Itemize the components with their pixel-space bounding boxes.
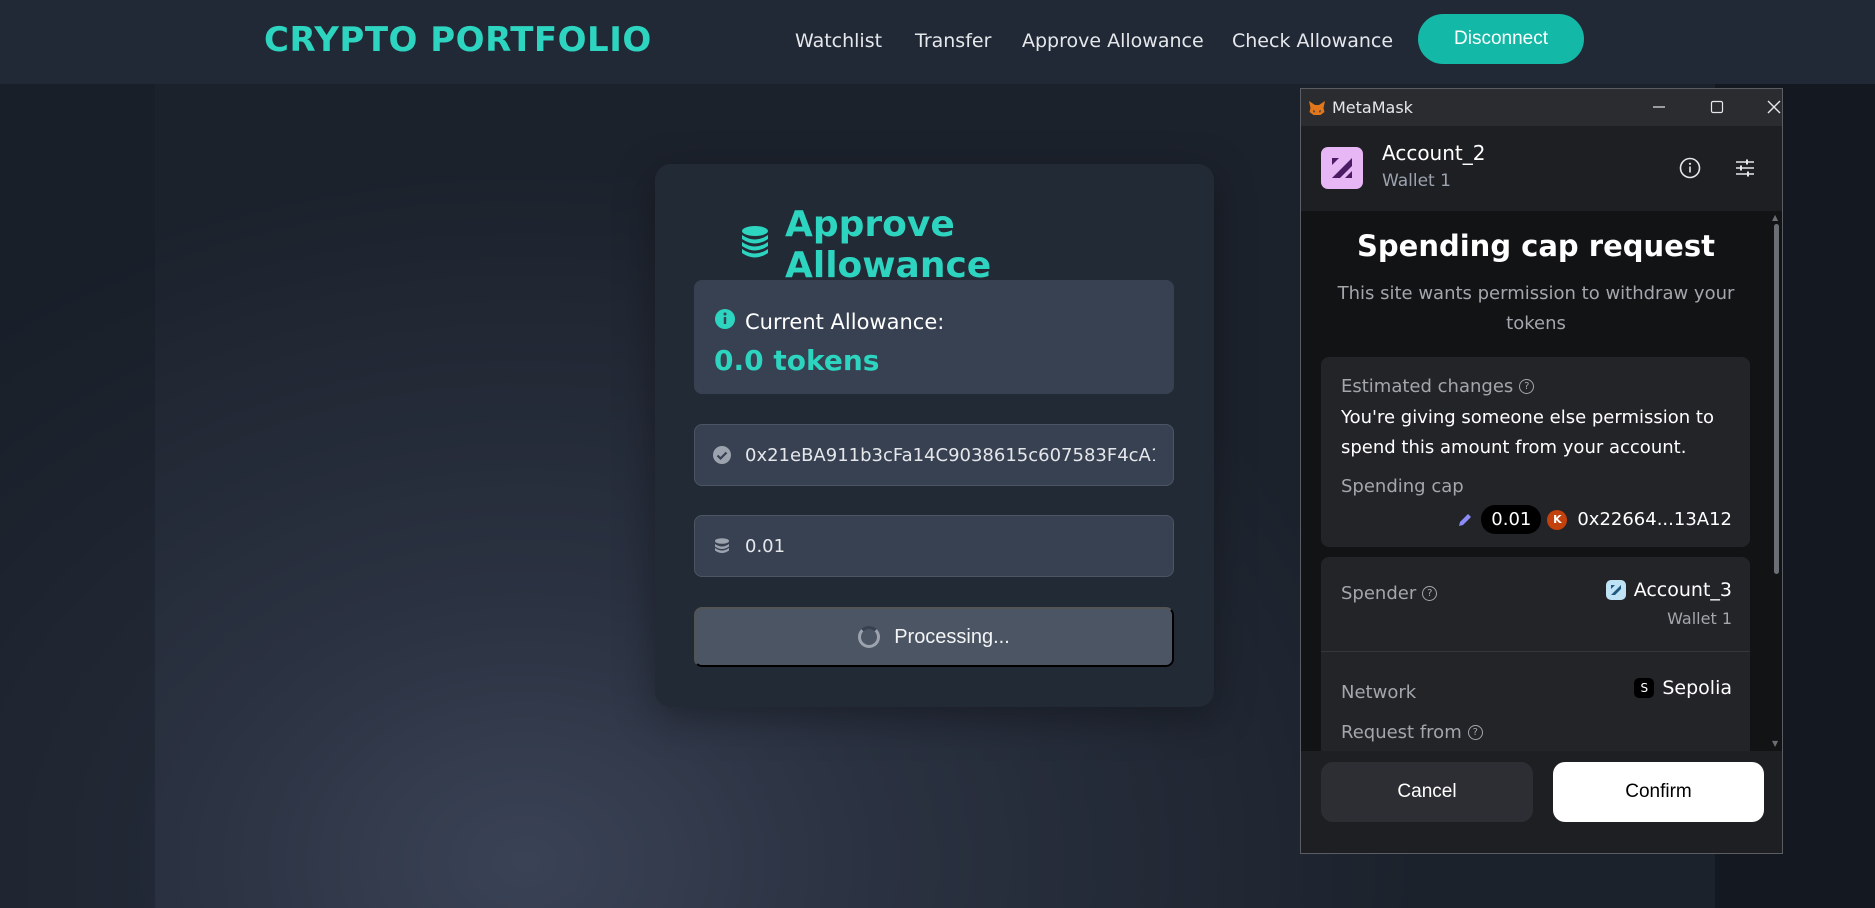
current-allowance-value: 0.0 tokens (714, 344, 880, 377)
token-icon: K (1547, 509, 1568, 530)
nav-transfer[interactable]: Transfer (915, 30, 991, 52)
spender-label: Spender ? (1341, 583, 1438, 604)
spender-address-input[interactable]: 0x21eBA911b3cFa14C9038615c607583F4cA1D (694, 424, 1174, 486)
spending-cap-value[interactable]: 0.01 (1481, 505, 1542, 534)
amount-input[interactable]: 0.01 (694, 515, 1174, 577)
divider (1321, 651, 1750, 652)
confirm-button[interactable]: Confirm (1553, 762, 1764, 822)
sliders-icon[interactable] (1731, 154, 1759, 182)
request-from-label: Request from ? (1341, 722, 1483, 743)
metamask-footer: Cancel Confirm (1301, 751, 1782, 853)
account-avatar[interactable] (1321, 147, 1363, 189)
coins-icon (735, 221, 775, 270)
estimated-changes-text: You're giving someone else permission to… (1341, 407, 1714, 458)
scroll-down-icon[interactable]: ▼ (1772, 739, 1778, 748)
info-icon (714, 308, 736, 335)
network-label: Network (1341, 682, 1417, 703)
stack-icon (711, 535, 733, 557)
metamask-content[interactable]: Spending cap request This site wants per… (1301, 211, 1771, 751)
scrollbar-thumb[interactable] (1774, 224, 1779, 574)
question-icon[interactable]: ? (1467, 725, 1483, 740)
estimated-changes-panel: Estimated changes ? You're giving someon… (1321, 357, 1750, 547)
spending-cap-row: 0.01 K 0x22664...13A12 (1455, 505, 1732, 534)
network-icon: S (1634, 678, 1655, 698)
nav-watchlist[interactable]: Watchlist (795, 30, 882, 52)
brand-logo-text[interactable]: CRYPTO PORTFOLIO (264, 20, 652, 60)
token-address[interactable]: 0x22664...13A12 (1577, 509, 1732, 530)
card-title-text: Approve Allowance (785, 204, 992, 286)
spender-avatar-icon (1605, 580, 1626, 600)
close-icon[interactable] (1754, 93, 1794, 121)
question-icon[interactable]: ? (1519, 379, 1535, 394)
metamask-titlebar[interactable]: MetaMask (1301, 89, 1782, 126)
approve-allowance-card: Approve Allowance Current Allowance: 0.0… (655, 164, 1214, 707)
scroll-up-icon[interactable]: ▲ (1772, 213, 1778, 222)
amount-value: 0.01 (745, 535, 786, 557)
nav-check-allowance[interactable]: Check Allowance (1232, 30, 1393, 52)
spending-cap-label: Spending cap (1341, 476, 1464, 497)
info-icon[interactable] (1676, 154, 1704, 182)
request-subtitle: This site wants permission to withdraw y… (1337, 283, 1735, 334)
nav-approve-allowance[interactable]: Approve Allowance (1022, 30, 1204, 52)
cancel-button[interactable]: Cancel (1321, 762, 1533, 822)
network-value: S Sepolia (1634, 677, 1732, 699)
current-allowance-box: Current Allowance: 0.0 tokens (694, 280, 1174, 394)
minimize-icon[interactable] (1639, 93, 1679, 121)
current-allowance-label: Current Allowance: (714, 308, 944, 335)
disconnect-button[interactable]: Disconnect (1418, 14, 1584, 64)
metamask-fox-icon (1307, 98, 1327, 122)
metamask-window: MetaMask Account_2 Wallet 1 Spending cap… (1300, 88, 1783, 854)
background-left-panel (0, 84, 155, 908)
maximize-icon[interactable] (1697, 93, 1737, 121)
spinner-icon (858, 626, 881, 648)
spender-address-value: 0x21eBA911b3cFa14C9038615c607583F4cA1D (745, 444, 1155, 466)
top-navbar: CRYPTO PORTFOLIO Watchlist Transfer Appr… (0, 0, 1875, 84)
account-name[interactable]: Account_2 (1382, 141, 1485, 165)
approve-processing-button[interactable]: Processing... (694, 607, 1174, 667)
check-circle-icon (711, 444, 733, 466)
spender-details-panel: Spender ? Account_3 Wallet 1 Network S S… (1321, 557, 1750, 751)
spender-wallet: Wallet 1 (1667, 609, 1732, 628)
metamask-window-title: MetaMask (1332, 98, 1413, 117)
metamask-account-header: Account_2 Wallet 1 (1301, 126, 1782, 211)
pencil-icon[interactable] (1455, 510, 1475, 530)
question-icon[interactable]: ? (1422, 586, 1438, 601)
spender-account[interactable]: Account_3 (1605, 579, 1732, 601)
estimated-changes-label: Estimated changes ? (1341, 376, 1535, 397)
card-title: Approve Allowance (735, 204, 1135, 286)
request-title: Spending cap request (1357, 229, 1715, 263)
account-wallet: Wallet 1 (1382, 171, 1451, 191)
